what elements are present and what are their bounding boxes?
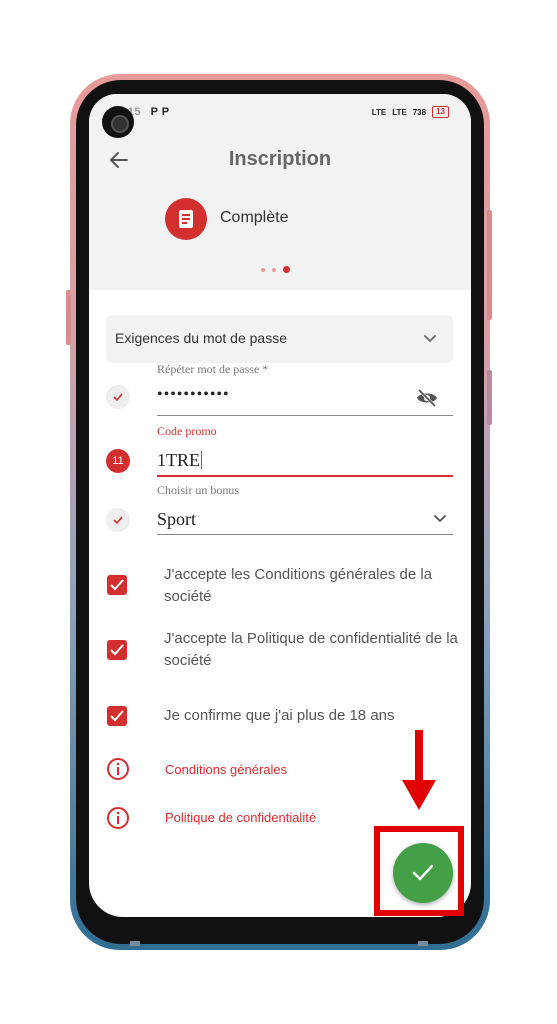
valid-check-icon — [106, 385, 130, 409]
bonus-value: Sport — [157, 509, 197, 529]
signal-icon: LTE — [392, 107, 407, 117]
eye-off-icon[interactable] — [415, 388, 439, 408]
step-icon — [165, 198, 207, 240]
step-dot — [261, 267, 265, 272]
step-indicator — [261, 266, 290, 273]
step-label: Complète — [220, 209, 289, 226]
age-checkbox-label: Je confirme que j'ai plus de 18 ans — [164, 707, 395, 724]
bonus-select[interactable]: Choisir un bonus Sport — [157, 483, 453, 539]
power-button — [487, 210, 492, 320]
promo-code-label: Code promo — [157, 424, 217, 438]
annotation-highlight-box — [374, 826, 464, 916]
notification-icons: P P — [150, 106, 170, 118]
error-badge: 11 — [106, 449, 130, 473]
repeat-password-input[interactable]: ••••••••••• — [157, 386, 230, 404]
info-icon — [107, 758, 129, 780]
header-area — [89, 94, 471, 290]
signal-icon: LTE — [371, 107, 387, 117]
chevron-down-icon — [434, 515, 446, 523]
privacy-checkbox[interactable] — [107, 640, 127, 660]
antenna-band — [418, 941, 428, 946]
password-requirements-label: Exigences du mot de passe — [115, 330, 287, 346]
info-icon — [107, 807, 129, 829]
age-checkbox[interactable] — [107, 706, 127, 726]
side-key — [487, 370, 492, 425]
annotation-arrow-icon — [402, 730, 436, 810]
privacy-checkbox-label: J'accepte la Politique de confidentialit… — [164, 630, 458, 669]
volume-button — [66, 290, 71, 345]
document-icon — [179, 210, 193, 228]
checkmark-icon — [110, 710, 124, 722]
network-speed: 738 — [412, 107, 427, 117]
terms-link[interactable]: Conditions générales — [165, 762, 287, 777]
repeat-password-label: Répéter mot de passe * — [157, 362, 269, 376]
checkmark-icon — [110, 579, 124, 591]
bonus-label: Choisir un bonus — [157, 483, 240, 497]
password-requirements-dropdown[interactable]: Exigences du mot de passe — [106, 315, 453, 363]
promo-code-text: 1TRE — [157, 450, 200, 470]
antenna-band — [130, 941, 140, 946]
field-underline — [157, 415, 453, 416]
status-bar: 2:15 P P LTE LTE 738 13 — [89, 102, 471, 122]
battery-icon: 13 — [432, 106, 449, 118]
checkmark-icon — [110, 644, 124, 656]
page-title: Inscription — [228, 148, 332, 170]
front-camera — [102, 106, 134, 138]
terms-checkbox-label: J'accepte les Conditions générales de la… — [164, 566, 433, 605]
privacy-link[interactable]: Politique de confidentialité — [165, 810, 316, 825]
field-underline-error — [157, 475, 453, 477]
check-icon — [113, 393, 123, 402]
text-cursor — [201, 451, 202, 469]
field-underline — [157, 534, 453, 535]
step-dot — [272, 267, 276, 272]
valid-check-icon — [106, 508, 130, 532]
promo-code-field[interactable]: Code promo 1TRE — [157, 424, 453, 480]
terms-checkbox[interactable] — [107, 575, 127, 595]
step-dot-active — [283, 266, 290, 273]
promo-code-input[interactable]: 1TRE — [157, 450, 202, 471]
check-icon — [113, 516, 123, 525]
repeat-password-field[interactable]: Répéter mot de passe * ••••••••••• — [157, 362, 453, 418]
chevron-down-icon — [424, 335, 436, 343]
